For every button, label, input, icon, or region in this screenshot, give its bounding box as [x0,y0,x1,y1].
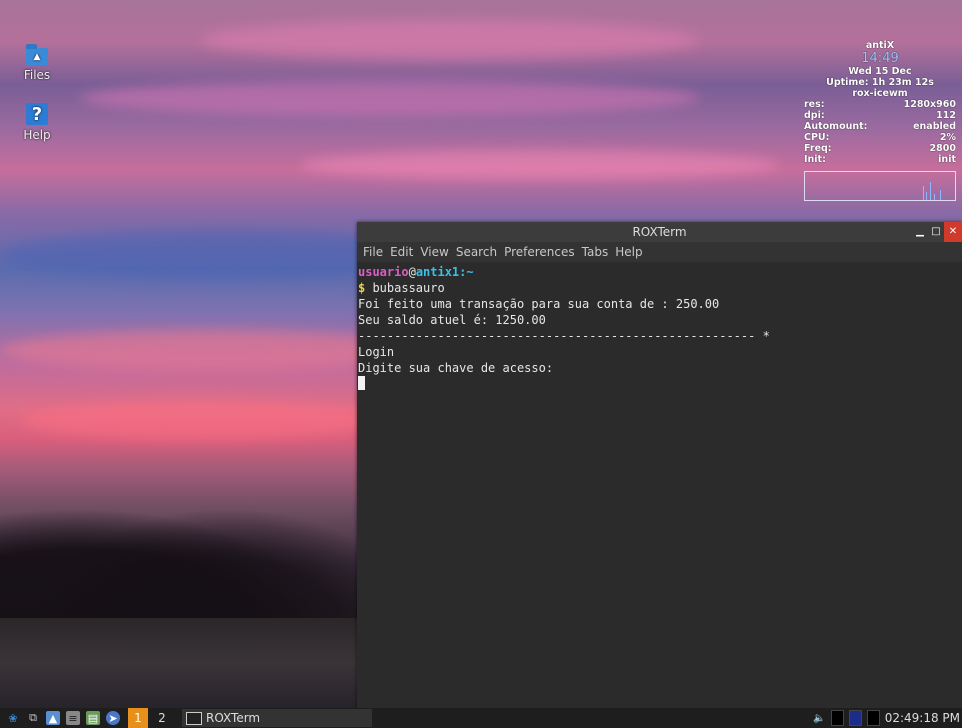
desktop-icon-files[interactable]: ▲ Files [15,44,59,82]
volume-icon[interactable]: 🔈 [813,713,825,724]
terminal-output[interactable]: usuario@antix1:~ $ bubassauro Foi feito um… [357,262,962,392]
show-desktop-icon[interactable]: ⧉ [26,711,40,725]
system-monitor-widget: antiX 14:49 Wed 15 Dec Uptime: 1h 23m 12… [804,40,956,201]
stat-row: Automount: enabled [804,121,956,132]
menu-tabs[interactable]: Tabs [582,242,609,262]
workspace-1[interactable]: 1 [128,708,148,728]
terminal-icon [186,711,202,725]
desktop-icon-help[interactable]: ? Help [15,103,59,142]
desktop-icon-label: Files [23,68,51,82]
menu-bar: File Edit View Search Preferences Tabs H… [357,242,962,262]
output-line: Login [358,345,395,359]
output-line: ----------------------------------------… [358,329,770,343]
conky-time: 14:49 [861,51,899,66]
stat-row: Freq: 2800 [804,143,956,154]
conky-uptime: Uptime: 1h 23m 12s [826,77,934,88]
memory-monitor-icon [848,710,862,726]
workspace-2[interactable]: 2 [152,708,172,728]
text-editor-icon[interactable]: ≡ [66,711,80,725]
desktop-icon-label: Help [23,128,51,142]
task-label: ROXTerm [206,711,261,725]
taskbar-clock[interactable]: 02:49:18 PM [885,711,960,725]
conky-date: Wed 15 Dec [848,66,912,77]
network-monitor-icon [866,710,880,726]
output-line: Digite sua chave de acesso: [358,361,554,375]
browser-icon[interactable]: ➤ [106,711,120,725]
maximize-icon[interactable]: □ [928,222,944,242]
minimize-icon[interactable]: ▁ [912,222,928,242]
window-title: ROXTerm [632,225,687,239]
system-tray: 🔈 02:49:18 PM [813,710,962,726]
menu-search[interactable]: Search [456,242,497,262]
cpu-monitor-icon [830,710,844,726]
text-cursor [358,376,365,390]
cpu-graph [804,171,956,201]
stat-row: res: 1280x960 [804,99,956,110]
output-line: Foi feito uma transação para sua conta d… [358,297,720,311]
help-icon: ? [26,103,48,125]
task-roxterm[interactable]: ROXTerm [182,709,372,727]
file-manager-icon[interactable]: ▲ [46,711,60,725]
roxterm-window[interactable]: ROXTerm ▁ □ ✕ File Edit View Search Pref… [357,222,962,708]
command-line: $ bubassauro [358,281,445,295]
menu-help[interactable]: Help [615,242,642,262]
treeline [0,488,380,628]
distro-name: antiX [865,40,895,51]
menu-preferences[interactable]: Preferences [504,242,575,262]
output-line: Seu saldo atuel é: 1250.00 [358,313,546,327]
menu-file[interactable]: File [363,242,383,262]
menu-view[interactable]: View [420,242,448,262]
stat-row: Init: init [804,154,956,165]
stat-row: dpi: 112 [804,110,956,121]
menu-edit[interactable]: Edit [390,242,413,262]
start-menu-icon[interactable]: ❀ [6,711,20,725]
terminal-launcher-icon[interactable]: ▤ [86,711,100,725]
window-titlebar[interactable]: ROXTerm ▁ □ ✕ [357,222,962,242]
stat-row: CPU: 2% [804,132,956,143]
taskbar: ❀ ⧉ ▲ ≡ ▤ ➤ 1 2 ROXTerm 🔈 02:49:18 PM [0,708,962,728]
close-icon[interactable]: ✕ [944,222,962,242]
prompt-line: usuario@antix1:~ [358,265,474,279]
folder-icon: ▲ [26,44,48,65]
conky-wm: rox-icewm [852,88,908,99]
